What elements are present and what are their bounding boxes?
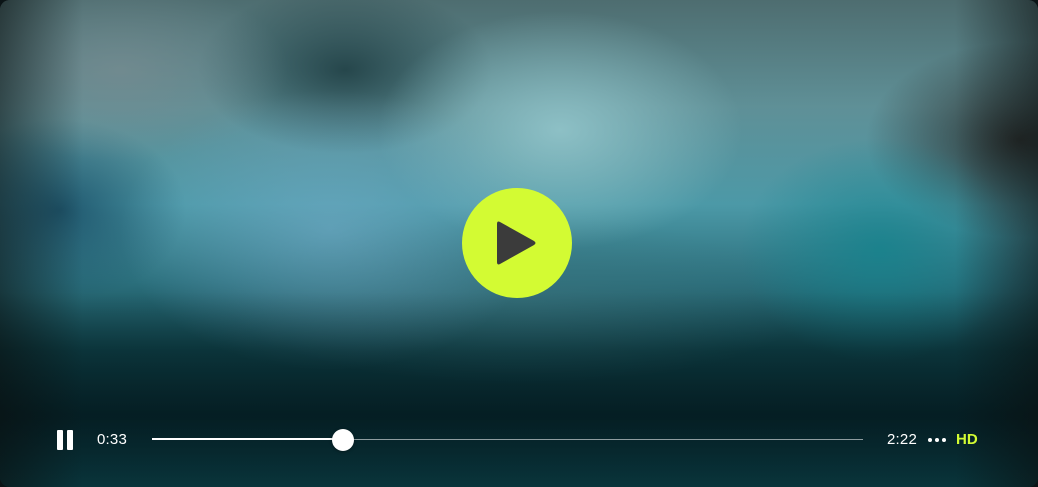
progress-scrubber[interactable] xyxy=(152,429,863,451)
more-dot xyxy=(942,438,946,442)
pause-button[interactable] xyxy=(54,428,76,452)
more-options-button[interactable] xyxy=(926,429,948,451)
control-bar: 0:33 2:22 HD xyxy=(0,418,1038,462)
center-play-button[interactable] xyxy=(462,188,572,298)
pause-icon-bar xyxy=(67,430,73,450)
current-time: 0:33 xyxy=(97,431,127,448)
progress-fill xyxy=(152,438,343,440)
progress-thumb[interactable] xyxy=(332,429,354,451)
total-duration: 2:22 xyxy=(887,431,917,448)
more-horizontal-icon xyxy=(928,438,932,442)
quality-hd-button[interactable]: HD xyxy=(956,431,978,449)
pause-icon xyxy=(57,430,63,450)
more-dot xyxy=(935,438,939,442)
video-player[interactable]: 0:33 2:22 HD xyxy=(0,0,1038,487)
play-icon-glyph xyxy=(497,221,536,265)
play-icon xyxy=(497,221,536,265)
